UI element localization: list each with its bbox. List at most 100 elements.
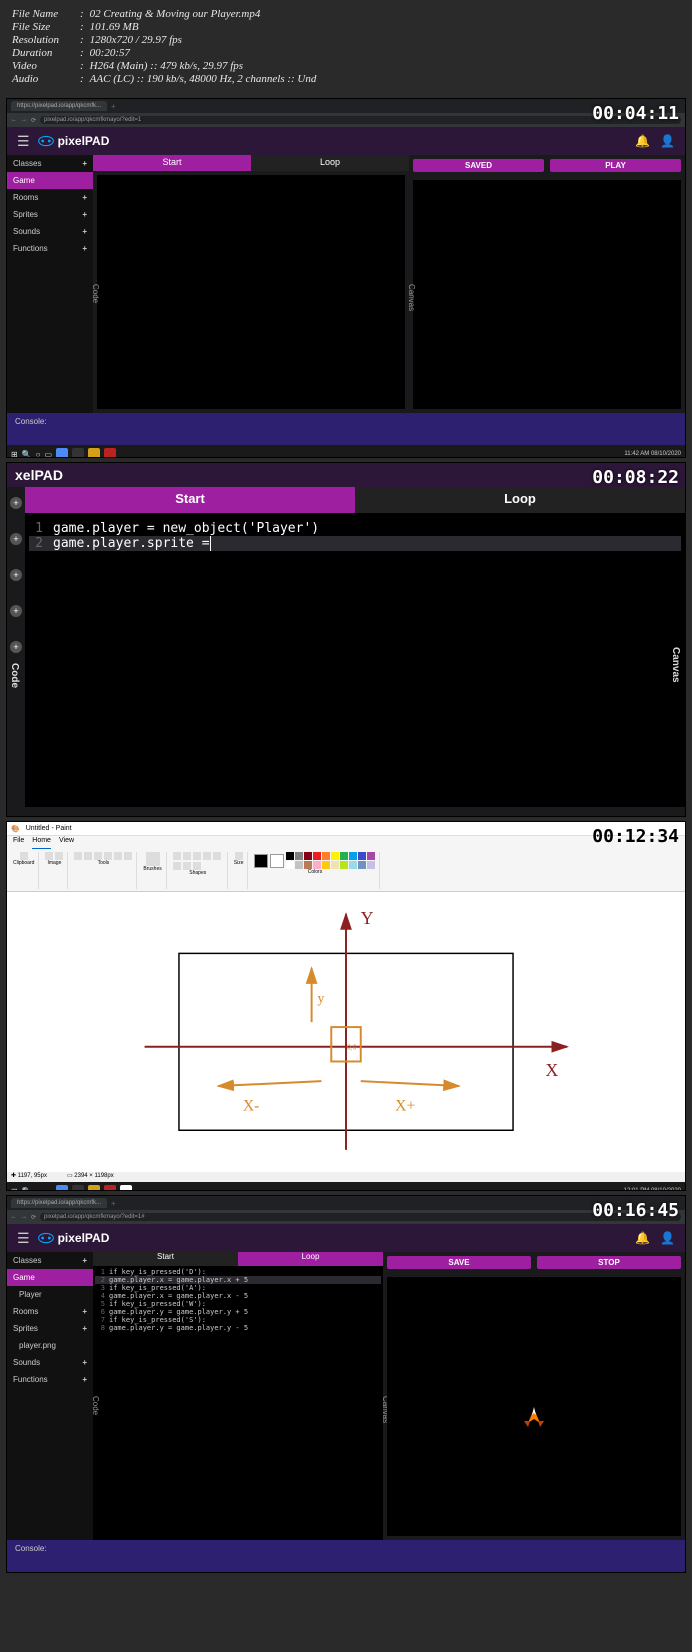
color-swatch[interactable] (358, 861, 366, 869)
tab-start[interactable]: Start (93, 155, 251, 171)
color-swatch[interactable] (313, 852, 321, 860)
add-icon[interactable]: + (10, 569, 22, 581)
color-swatch[interactable] (340, 861, 348, 869)
nav-fwd-icon[interactable]: → (21, 117, 27, 123)
add-icon[interactable]: + (82, 1307, 87, 1316)
color-swatch[interactable] (304, 861, 312, 869)
menu-file[interactable]: File (13, 837, 24, 849)
clock[interactable]: 12:01 PM 08/10/2020 (624, 1188, 681, 1191)
add-icon[interactable]: + (10, 605, 22, 617)
add-icon[interactable]: + (82, 1358, 87, 1367)
color-swatch[interactable] (340, 852, 348, 860)
color-swatch[interactable] (322, 861, 330, 869)
app-icon[interactable] (104, 1185, 116, 1191)
add-icon[interactable]: + (10, 641, 22, 653)
sidebar-item-sprites[interactable]: Sprites+ (7, 206, 93, 223)
ribbon-brushes[interactable]: Brushes (139, 852, 166, 889)
color-swatch[interactable] (331, 861, 339, 869)
color1[interactable] (254, 854, 268, 868)
sidebar-item-classes[interactable]: Classes+ (7, 155, 93, 172)
tab-start[interactable]: Start (93, 1252, 238, 1266)
paint-icon[interactable] (120, 1185, 132, 1191)
explorer-icon[interactable] (88, 1185, 100, 1191)
url-field[interactable]: pixelpad.io/app/qkcmfkmayo/?edit=1 (40, 116, 681, 124)
menu-home[interactable]: Home (32, 837, 51, 849)
new-tab-icon[interactable]: + (111, 1199, 116, 1208)
user-icon[interactable]: 👤 (660, 1231, 675, 1245)
bell-icon[interactable]: 🔔 (635, 1231, 650, 1245)
sidebar-item-sprites[interactable]: Sprites+ (7, 1320, 93, 1337)
menu-view[interactable]: View (59, 837, 74, 849)
browser-tab[interactable]: https://pixelpad.io/app/qkcmfk... (11, 1198, 107, 1208)
sidebar-item-sounds[interactable]: Sounds+ (7, 223, 93, 240)
color-swatch[interactable] (295, 852, 303, 860)
chrome-icon[interactable] (56, 1185, 68, 1191)
stop-button[interactable]: STOP (537, 1256, 681, 1269)
bell-icon[interactable]: 🔔 (635, 134, 650, 148)
saved-button[interactable]: SAVED (413, 159, 544, 172)
color-swatch[interactable] (286, 861, 294, 869)
sidebar-item-playerpng[interactable]: player.png (7, 1337, 93, 1354)
color-swatch[interactable] (349, 861, 357, 869)
add-icon[interactable]: + (82, 210, 87, 219)
tab-loop[interactable]: Loop (251, 155, 409, 171)
color-swatch[interactable] (322, 852, 330, 860)
clock[interactable]: 11:42 AM 08/10/2020 (624, 451, 681, 457)
start-icon[interactable]: ⊞ (11, 450, 18, 459)
search-icon[interactable]: 🔍 (22, 450, 32, 459)
save-button[interactable]: SAVE (387, 1256, 531, 1269)
logo[interactable]: pixelPAD (38, 134, 110, 148)
add-icon[interactable]: + (82, 159, 87, 168)
sidebar-item-functions[interactable]: Functions+ (7, 1371, 93, 1388)
nav-fwd-icon[interactable]: → (21, 1214, 27, 1220)
taskview-icon[interactable]: ▭ (45, 450, 53, 459)
chrome-icon[interactable] (56, 448, 68, 458)
ribbon-size[interactable]: Size (230, 852, 249, 889)
app-icon[interactable] (104, 448, 116, 458)
color2[interactable] (270, 854, 284, 868)
color-swatch[interactable] (367, 861, 375, 869)
sidebar-item-game[interactable]: Game (7, 172, 93, 189)
color-swatch[interactable] (304, 852, 312, 860)
menu-icon[interactable]: ☰ (17, 133, 30, 150)
logo[interactable]: pixelPAD (38, 1231, 110, 1245)
nav-back-icon[interactable]: ← (11, 117, 17, 123)
add-icon[interactable]: + (82, 1375, 87, 1384)
user-icon[interactable]: 👤 (660, 134, 675, 148)
play-button[interactable]: PLAY (550, 159, 681, 172)
sidebar-item-classes[interactable]: Classes+ (7, 1252, 93, 1269)
start-icon[interactable]: ⊞ (11, 1187, 18, 1192)
code-editor[interactable]: 1game.player = new_object('Player') 2gam… (25, 513, 685, 807)
add-icon[interactable]: + (82, 193, 87, 202)
color-swatch[interactable] (295, 861, 303, 869)
reload-icon[interactable]: ⟳ (31, 117, 36, 124)
sidebar-item-rooms[interactable]: Rooms+ (7, 1303, 93, 1320)
add-icon[interactable]: + (82, 227, 87, 236)
paint-canvas[interactable]: Y X 0,0 y X- X+ (7, 892, 685, 1172)
add-icon[interactable]: + (82, 244, 87, 253)
menu-icon[interactable]: ☰ (17, 1230, 30, 1247)
add-icon[interactable]: + (82, 1324, 87, 1333)
color-swatch[interactable] (358, 852, 366, 860)
ribbon-image[interactable]: Image (41, 852, 68, 889)
sidebar-item-player[interactable]: Player (7, 1286, 93, 1303)
explorer-icon[interactable] (88, 448, 100, 458)
color-swatch[interactable] (367, 852, 375, 860)
add-icon[interactable]: + (10, 497, 22, 509)
ribbon-shapes[interactable]: Shapes (169, 852, 228, 889)
color-swatch[interactable] (313, 861, 321, 869)
sidebar-item-sounds[interactable]: Sounds+ (7, 1354, 93, 1371)
ribbon-clipboard[interactable]: Clipboard (9, 852, 39, 889)
color-swatch[interactable] (349, 852, 357, 860)
add-icon[interactable]: + (82, 1256, 87, 1265)
taskview-icon[interactable]: ▭ (45, 1187, 53, 1192)
app-icon[interactable] (72, 448, 84, 458)
ribbon-tools[interactable]: Tools (70, 852, 137, 889)
cortana-icon[interactable]: ○ (36, 450, 41, 459)
tab-loop[interactable]: Loop (355, 487, 685, 513)
reload-icon[interactable]: ⟳ (31, 1214, 36, 1221)
sidebar-item-rooms[interactable]: Rooms+ (7, 189, 93, 206)
browser-tab[interactable]: https://pixelpad.io/app/qkcmfk... (11, 101, 107, 111)
ribbon-colors[interactable]: Colors (250, 852, 380, 889)
code-editor[interactable] (97, 175, 405, 409)
